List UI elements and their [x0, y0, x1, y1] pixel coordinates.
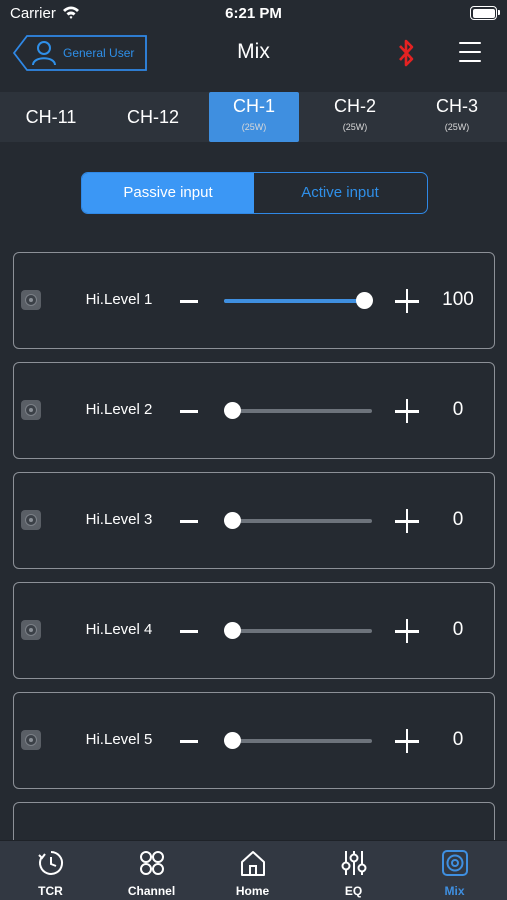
active-input-button[interactable]: Active input — [254, 173, 426, 213]
tab-ch-11[interactable]: CH-11 — [0, 92, 102, 142]
speaker-icon — [442, 850, 468, 876]
level-slider[interactable] — [224, 512, 372, 529]
level-card: Hi.Level 4 0 — [13, 582, 495, 679]
slider-fill — [224, 299, 364, 303]
battery-icon — [470, 6, 500, 20]
speaker-icon — [21, 730, 41, 750]
nav-bar: General User Mix — [0, 28, 507, 90]
tab-power-label: (25W) — [241, 122, 267, 132]
speaker-icon — [21, 620, 41, 640]
tab-tcr[interactable]: TCR — [0, 841, 101, 900]
tab-label: Home — [235, 884, 270, 898]
tab-power-label: (25W) — [444, 122, 470, 132]
tab-label: CH-12 — [126, 107, 179, 127]
bottom-tab-bar: TCR Channel Home EQ Mix — [0, 840, 507, 900]
tab-mix[interactable]: Mix — [404, 841, 505, 900]
level-value: 100 — [442, 289, 474, 310]
passive-input-button[interactable]: Passive input — [82, 173, 254, 213]
level-name: Hi.Level 3 — [85, 511, 153, 528]
level-name: Hi.Level 4 — [85, 621, 153, 638]
tab-label: CH-3 — [435, 96, 478, 116]
slider-knob[interactable] — [224, 732, 241, 749]
level-slider[interactable] — [224, 402, 372, 419]
tab-label: CH-2 — [333, 96, 376, 116]
increase-button[interactable] — [394, 508, 420, 534]
clock-icon — [38, 851, 63, 875]
tab-ch-2[interactable]: CH-2 (25W) — [305, 92, 405, 142]
tab-power-label: (25W) — [342, 122, 368, 132]
tab-ch-1[interactable]: CH-1 (25W) — [209, 92, 299, 142]
clock-time: 6:21 PM — [225, 5, 282, 22]
input-mode-segment: Passive input Active input — [81, 172, 428, 214]
tab-label: Mix — [444, 884, 465, 898]
increase-button[interactable] — [394, 728, 420, 754]
tab-label: CH-1 — [232, 96, 275, 116]
menu-icon[interactable] — [459, 42, 481, 62]
decrease-button[interactable] — [176, 618, 202, 644]
tab-home[interactable]: Home — [202, 841, 303, 900]
tab-ch-3[interactable]: CH-3 (25W) — [407, 92, 507, 142]
decrease-button[interactable] — [176, 728, 202, 754]
tab-label: Channel — [127, 884, 176, 898]
increase-button[interactable] — [394, 618, 420, 644]
slider-knob[interactable] — [224, 622, 241, 639]
level-slider[interactable] — [224, 732, 372, 749]
level-value: 0 — [452, 509, 464, 530]
page-title: Mix — [237, 40, 270, 63]
level-slider[interactable] — [224, 292, 373, 309]
level-name: Hi.Level 5 — [85, 731, 153, 748]
speaker-icon — [21, 400, 41, 420]
level-card: Hi.Level 2 0 — [13, 362, 495, 459]
tab-ch-12[interactable]: CH-12 — [102, 92, 204, 142]
increase-button[interactable] — [394, 398, 420, 424]
home-icon — [241, 851, 265, 876]
decrease-button[interactable] — [176, 508, 202, 534]
slider-knob[interactable] — [356, 292, 373, 309]
status-bar: Carrier 6:21 PM — [0, 0, 507, 28]
tab-channel[interactable]: Channel — [101, 841, 202, 900]
sliders-icon — [341, 851, 367, 875]
grid-icon — [140, 851, 164, 875]
tab-label: TCR — [38, 884, 63, 898]
speaker-icon — [21, 290, 41, 310]
slider-knob[interactable] — [224, 402, 241, 419]
level-card: Hi.Level 1 100 — [13, 252, 495, 349]
level-card: Hi.Level 5 0 — [13, 692, 495, 789]
level-value: 0 — [452, 729, 464, 750]
level-name: Hi.Level 2 — [85, 401, 153, 418]
decrease-button[interactable] — [176, 288, 202, 314]
increase-button[interactable] — [394, 288, 420, 314]
level-value: 0 — [452, 399, 464, 420]
level-slider[interactable] — [224, 622, 372, 639]
level-value: 0 — [452, 619, 464, 640]
level-card: Hi.Level 3 0 — [13, 472, 495, 569]
bluetooth-icon[interactable] — [396, 38, 416, 68]
speaker-icon — [21, 510, 41, 530]
level-name: Hi.Level 1 — [85, 291, 153, 308]
tab-eq[interactable]: EQ — [303, 841, 404, 900]
tab-label: EQ — [344, 884, 363, 898]
tab-label: CH-11 — [25, 107, 77, 127]
decrease-button[interactable] — [176, 398, 202, 424]
slider-knob[interactable] — [224, 512, 241, 529]
channel-tab-strip: CH-11 CH-12 CH-1 (25W) CH-2 (25W) CH-3 (… — [0, 92, 507, 142]
